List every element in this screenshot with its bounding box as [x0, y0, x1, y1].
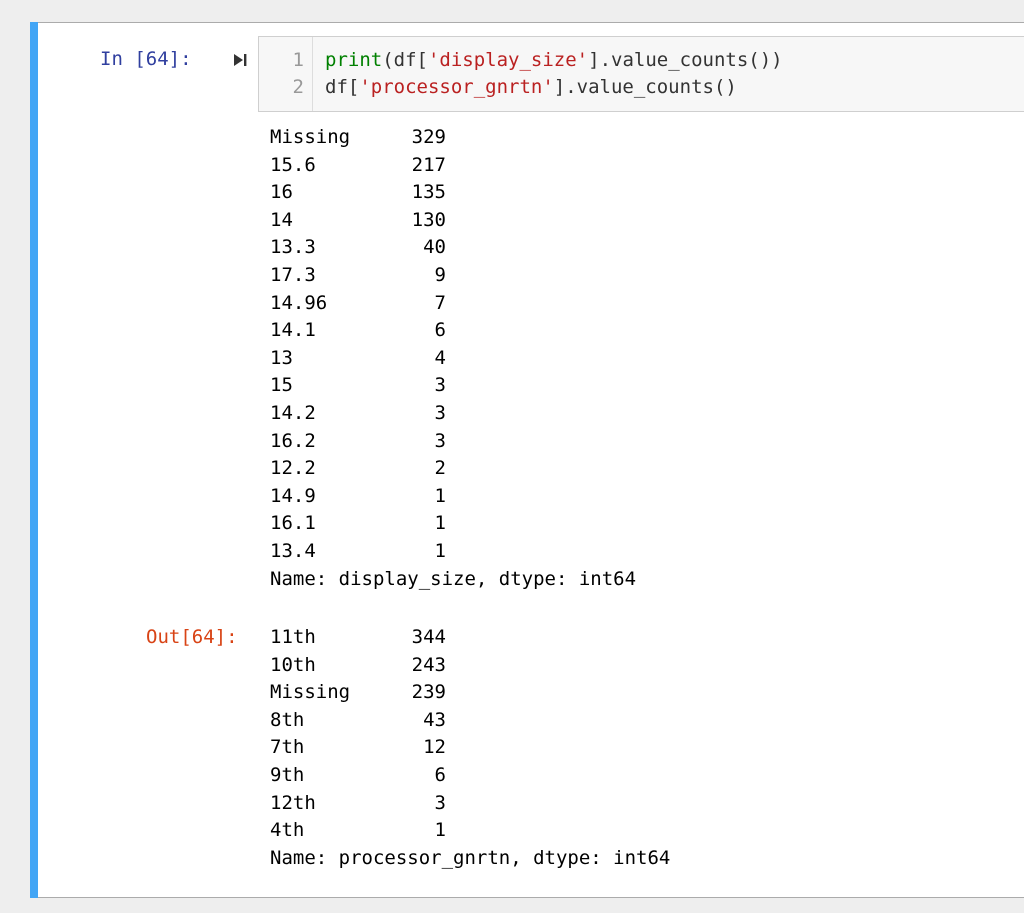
series-count-value: 3	[434, 429, 446, 452]
series-count-value: 7	[434, 291, 446, 314]
line-number: 2	[292, 76, 304, 98]
selected-cell-indicator	[30, 22, 38, 898]
code-token: (df[	[382, 49, 428, 71]
series-count-value: 243	[411, 653, 446, 676]
code-line: df['processor_gnrtn'].value_counts()	[325, 74, 737, 100]
code-token: print	[325, 49, 383, 71]
line-number: 1	[292, 49, 304, 71]
code-token: df[	[325, 76, 360, 98]
series-count-value: 1	[434, 484, 446, 507]
series-footer: Name: display_size, dtype: int64	[270, 567, 637, 590]
series-count-value: 2	[434, 457, 446, 480]
code-line: print(df['display_size'].value_counts())	[325, 47, 783, 73]
series-count-value: 217	[411, 153, 446, 176]
series-count-value: 9	[434, 264, 446, 286]
code-cell[interactable]	[30, 22, 1024, 898]
series-count-value: 43	[423, 708, 446, 731]
output-prompt: Out[64]:	[146, 626, 238, 648]
series-count-value: 4	[434, 346, 446, 369]
series-count-value: 6	[434, 764, 446, 786]
code-token: 'processor_gnrtn'	[359, 76, 554, 98]
series-count-value: 1	[434, 512, 446, 535]
series-count-value: 3	[434, 374, 446, 397]
series-count-value: 6	[434, 319, 446, 342]
series-count-value: 3	[434, 402, 446, 424]
code-token: 'display_size'	[427, 49, 589, 71]
code-token: ].value_counts())	[588, 49, 783, 71]
series-count-value: 1	[434, 540, 446, 562]
series-footer: Name: processor_gnrtn, dtype: int64	[270, 846, 671, 869]
code-token: ].value_counts()	[553, 76, 737, 98]
series-count-value: 239	[411, 681, 446, 704]
run-cell-icon[interactable]	[232, 52, 248, 68]
series-count-value: 344	[411, 626, 446, 648]
series-count-value: 135	[411, 181, 446, 204]
code-editor[interactable]: 1 2 print(df['display_size'].value_count…	[258, 36, 1024, 112]
input-prompt: In [64]:	[100, 48, 192, 70]
line-number-gutter: 1 2	[259, 37, 313, 111]
series-count-value: 329	[411, 126, 446, 148]
notebook: In [64]: 1 2 print(df['display_size'].va…	[0, 0, 1024, 913]
series-count-value: 130	[411, 208, 446, 231]
series-count-value: 12	[423, 736, 446, 759]
series-count-value: 1	[434, 819, 446, 842]
series-count-value: 40	[423, 236, 446, 259]
series-count-value: 3	[434, 791, 446, 814]
